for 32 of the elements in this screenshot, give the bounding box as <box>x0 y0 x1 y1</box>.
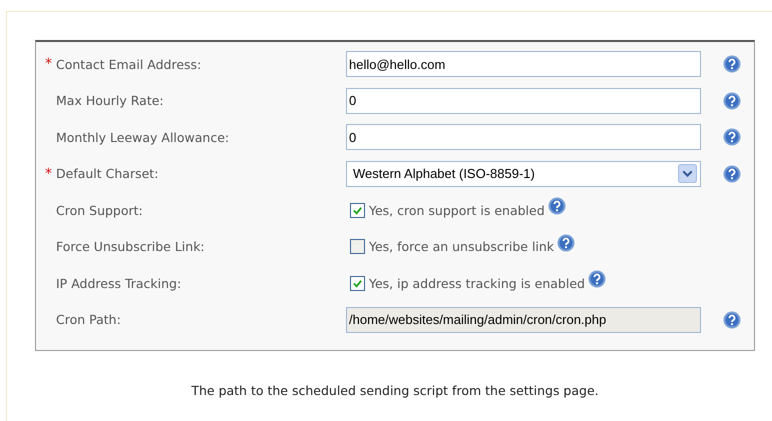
help-icon[interactable] <box>723 92 741 110</box>
field-label: Cron Support: <box>56 202 143 218</box>
field-label: Force Unsubscribe Link: <box>56 239 205 254</box>
help-icon[interactable] <box>723 310 741 329</box>
field-label: Default Charset: <box>56 166 158 182</box>
input-field[interactable]: /home/websites/mailing/admin/cron/cron.php <box>346 306 701 333</box>
checkbox-label: Yes, ip address tracking is enabled <box>369 276 585 291</box>
checkmark-icon <box>352 204 363 216</box>
input-field[interactable]: hello@hello.com <box>346 51 701 78</box>
checkmark-icon <box>352 278 363 289</box>
help-icon[interactable] <box>588 270 606 288</box>
checkbox[interactable] <box>350 239 365 254</box>
help-icon[interactable] <box>557 234 576 252</box>
required-mark: * <box>45 56 52 72</box>
field-label: Cron Path: <box>56 312 121 328</box>
field-label: Max Hourly Rate: <box>56 93 164 108</box>
field-label: IP Address Tracking: <box>56 276 182 291</box>
checkbox[interactable] <box>350 202 365 218</box>
checkbox[interactable] <box>350 276 365 291</box>
input-field[interactable]: 0 <box>346 88 701 114</box>
help-icon[interactable] <box>723 128 741 146</box>
field-label: Monthly Leeway Allowance: <box>56 130 230 145</box>
help-icon[interactable] <box>723 164 741 183</box>
checkbox-label: Yes, cron support is enabled <box>369 202 545 218</box>
help-icon[interactable] <box>548 197 566 216</box>
help-text: The path to the scheduled sending script from the settings page. <box>191 383 599 398</box>
field-label: Contact Email Address: <box>56 56 202 72</box>
charset-dropdown[interactable]: Western Alphabet (ISO-8859-1) <box>346 160 701 187</box>
checkbox-label: Yes, force an unsubscribe link <box>369 239 554 254</box>
required-mark: * <box>45 166 52 182</box>
input-field[interactable]: 0 <box>346 124 701 150</box>
help-icon[interactable] <box>723 55 741 74</box>
